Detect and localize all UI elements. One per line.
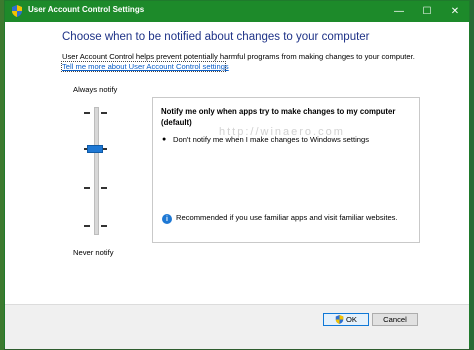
page-heading: Choose when to be notified about changes… xyxy=(62,31,370,43)
recommendation-text: Recommended if you use familiar apps and… xyxy=(176,213,398,222)
shield-app-icon xyxy=(12,5,22,17)
dialog-footer: OK Cancel xyxy=(5,304,469,349)
description-text: User Account Control helps prevent poten… xyxy=(62,52,415,61)
slider-tick-left xyxy=(84,187,90,189)
ok-button-label: OK xyxy=(346,315,357,324)
slider-tick-left xyxy=(84,225,90,227)
slider-tick-right xyxy=(101,112,107,114)
cancel-button[interactable]: Cancel xyxy=(372,313,418,326)
info-icon: i xyxy=(162,214,172,224)
learn-more-link[interactable]: Tell me more about User Account Control … xyxy=(62,62,229,71)
title-bar[interactable]: User Account Control Settings — ☐ ✕ xyxy=(5,1,469,22)
level-description-panel: http://winaero.com Notify me only when a… xyxy=(152,97,420,243)
bullet-icon: ● xyxy=(162,136,167,143)
level-bullet-item: Don't notify me when I make changes to W… xyxy=(173,135,370,144)
notification-slider-track[interactable] xyxy=(94,107,99,235)
maximize-button[interactable]: ☐ xyxy=(413,1,441,22)
slider-bottom-label: Never notify xyxy=(73,248,114,257)
slider-tick-right xyxy=(101,187,107,189)
window-title: User Account Control Settings xyxy=(28,5,145,14)
slider-tick-right xyxy=(101,225,107,227)
ok-button[interactable]: OK xyxy=(323,313,369,326)
slider-tick-left xyxy=(84,112,90,114)
uac-settings-window: User Account Control Settings — ☐ ✕ Choo… xyxy=(4,0,470,349)
notification-slider-thumb[interactable] xyxy=(87,145,103,153)
level-title: Notify me only when apps try to make cha… xyxy=(161,107,396,127)
uac-shield-icon xyxy=(335,315,344,324)
slider-top-label: Always notify xyxy=(73,85,118,94)
close-button[interactable]: ✕ xyxy=(441,1,469,22)
minimize-button[interactable]: — xyxy=(385,1,413,22)
desktop-background-right xyxy=(470,0,474,350)
